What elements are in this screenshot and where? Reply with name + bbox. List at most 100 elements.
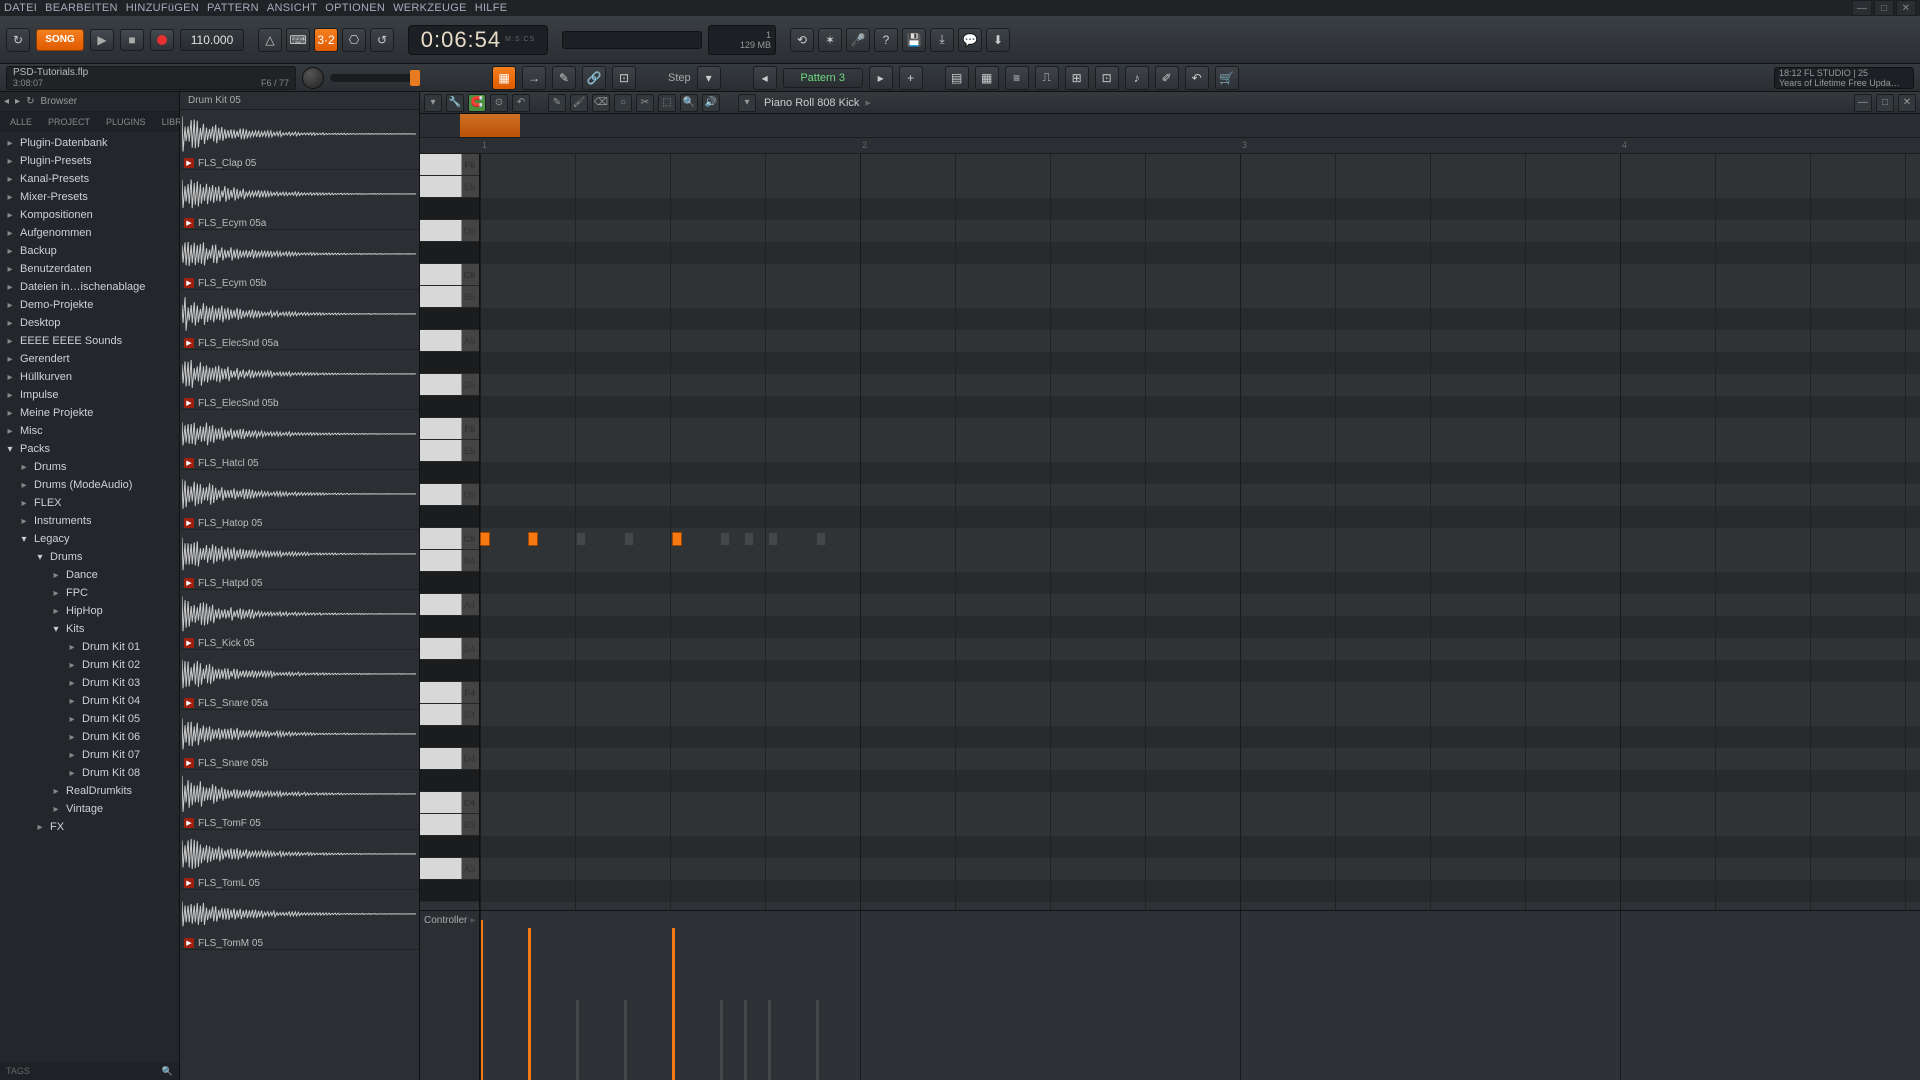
piano-key[interactable] — [420, 506, 479, 528]
tree-item[interactable]: ▸Backup — [0, 242, 179, 260]
browser-tab-alle[interactable]: ALLE — [4, 115, 38, 129]
save-button[interactable]: 💾 — [902, 28, 926, 52]
tree-item[interactable]: ▸HipHop — [0, 602, 179, 620]
browser-tree[interactable]: ▸Plugin-Datenbank▸Plugin-Presets▸Kanal-P… — [0, 132, 179, 1062]
pr-tool-slice[interactable]: ✂ — [636, 94, 654, 112]
switch-button[interactable]: ✶ — [818, 28, 842, 52]
play-icon[interactable]: ▶ — [184, 398, 194, 408]
browser-tab-plugins[interactable]: PLUGINS — [100, 115, 152, 129]
sample-item[interactable]: ▶FLS_ElecSnd 05b — [180, 350, 419, 410]
tree-item[interactable]: ▸Kanal-Presets — [0, 170, 179, 188]
tree-item[interactable]: ▸Instruments — [0, 512, 179, 530]
velocity-bar[interactable] — [816, 1000, 819, 1080]
view-browser[interactable]: ⊞ — [1065, 66, 1089, 90]
pr-tool-play[interactable]: 🔊 — [702, 94, 720, 112]
play-button[interactable]: ▶ — [90, 29, 114, 51]
tree-item[interactable]: ▸Kompositionen — [0, 206, 179, 224]
play-icon[interactable]: ▶ — [184, 458, 194, 468]
view-pianoroll[interactable]: ▦ — [975, 66, 999, 90]
pattern-next[interactable]: ▸ — [869, 66, 893, 90]
pr-minimize[interactable]: — — [1854, 94, 1872, 112]
tree-item[interactable]: ▸Drums — [0, 458, 179, 476]
tree-item[interactable]: ▸Demo-Projekte — [0, 296, 179, 314]
play-icon[interactable]: ▶ — [184, 758, 194, 768]
record-button[interactable] — [150, 29, 174, 51]
sample-item[interactable]: ▶FLS_Clap 05 — [180, 110, 419, 170]
sample-item[interactable]: ▶FLS_Hatop 05 — [180, 470, 419, 530]
menu-werkzeuge[interactable]: WERKZEUGE — [393, 2, 467, 14]
piano-key[interactable] — [420, 660, 479, 682]
tree-item[interactable]: ▸FPC — [0, 584, 179, 602]
piano-key[interactable] — [420, 616, 479, 638]
pr-maximize[interactable]: □ — [1876, 94, 1894, 112]
piano-key[interactable]: B3 — [420, 814, 479, 836]
search-icon[interactable]: 🔍 — [162, 1066, 173, 1077]
play-icon[interactable]: ▶ — [184, 938, 194, 948]
browser-tab-project[interactable]: PROJECT — [42, 115, 96, 129]
velocity-bar[interactable] — [744, 1000, 747, 1080]
tool-arrow[interactable]: → — [522, 66, 546, 90]
piano-key[interactable]: B4 — [420, 550, 479, 572]
sample-item[interactable]: ▶FLS_Hatpd 05 — [180, 530, 419, 590]
midi-note[interactable] — [744, 532, 754, 546]
velocity-bar[interactable] — [528, 928, 531, 1080]
snap-dropdown[interactable]: ▾ — [697, 66, 721, 90]
piano-key[interactable]: B5 — [420, 286, 479, 308]
play-icon[interactable]: ▶ — [184, 698, 194, 708]
tree-item[interactable]: ▸FX — [0, 818, 179, 836]
sample-item[interactable]: ▶FLS_Ecym 05a — [180, 170, 419, 230]
pr-tool-select[interactable]: ⬚ — [658, 94, 676, 112]
tree-item[interactable]: ▸FLEX — [0, 494, 179, 512]
maximize-button[interactable]: □ — [1874, 0, 1894, 16]
piano-key[interactable]: D6 — [420, 220, 479, 242]
piano-key[interactable] — [420, 308, 479, 330]
midi-note[interactable] — [768, 532, 778, 546]
piano-key[interactable] — [420, 880, 479, 902]
time-display[interactable]: 0:06:54M:S:CS — [408, 25, 548, 55]
tree-item[interactable]: ▸Drum Kit 08 — [0, 764, 179, 782]
pattern-add[interactable]: + — [899, 66, 923, 90]
pattern-selector[interactable]: Pattern 3 — [783, 68, 863, 88]
panic-button[interactable]: ↻ — [6, 28, 30, 52]
tree-item[interactable]: ▸Drum Kit 01 — [0, 638, 179, 656]
play-icon[interactable]: ▶ — [184, 278, 194, 288]
piano-key[interactable]: F6 — [420, 154, 479, 176]
play-icon[interactable]: ▶ — [184, 158, 194, 168]
tree-item[interactable]: ▸Meine Projekte — [0, 404, 179, 422]
sample-item[interactable]: ▶FLS_Kick 05 — [180, 590, 419, 650]
volume-knob[interactable] — [302, 67, 324, 89]
view-channels[interactable]: ≡ — [1005, 66, 1029, 90]
tree-item[interactable]: ▾Kits — [0, 620, 179, 638]
pattern-prev[interactable]: ◂ — [753, 66, 777, 90]
piano-key[interactable]: C4 — [420, 792, 479, 814]
sample-item[interactable]: ▶FLS_TomM 05 — [180, 890, 419, 950]
tree-item[interactable]: ▸Benutzerdaten — [0, 260, 179, 278]
pr-tool-erase[interactable]: ⌫ — [592, 94, 610, 112]
velocity-editor[interactable] — [480, 911, 1920, 1080]
browser-refresh-icon[interactable]: ↻ — [26, 96, 34, 107]
play-icon[interactable]: ▶ — [184, 878, 194, 888]
piano-key[interactable]: C5 — [420, 528, 479, 550]
menu-hilfe[interactable]: HILFE — [475, 2, 508, 14]
metronome-button[interactable]: △ — [258, 28, 282, 52]
download-button[interactable]: ⬇ — [986, 28, 1010, 52]
piano-key[interactable]: D4 — [420, 748, 479, 770]
piano-key[interactable]: F4 — [420, 682, 479, 704]
velocity-bar[interactable] — [624, 1000, 627, 1080]
tool-brush[interactable]: ✎ — [552, 66, 576, 90]
tree-item[interactable]: ▸Desktop — [0, 314, 179, 332]
view-plugins[interactable]: ⊡ — [1095, 66, 1119, 90]
view-script[interactable]: ✐ — [1155, 66, 1179, 90]
pr-tool-paint[interactable]: 🖌 — [570, 94, 588, 112]
tree-item[interactable]: ▸Mixer-Presets — [0, 188, 179, 206]
play-icon[interactable]: ▶ — [184, 518, 194, 528]
piano-key[interactable]: G5 — [420, 374, 479, 396]
controller-dropdown-icon[interactable]: ▸ — [470, 915, 475, 926]
piano-key[interactable] — [420, 462, 479, 484]
song-mode-button[interactable]: SONG — [36, 29, 84, 51]
view-tempo[interactable]: ♪ — [1125, 66, 1149, 90]
play-icon[interactable]: ▶ — [184, 578, 194, 588]
tree-item[interactable]: ▸Hüllkurven — [0, 368, 179, 386]
overdub-button[interactable]: ⎔ — [342, 28, 366, 52]
tool-snap[interactable]: ▦ — [492, 66, 516, 90]
